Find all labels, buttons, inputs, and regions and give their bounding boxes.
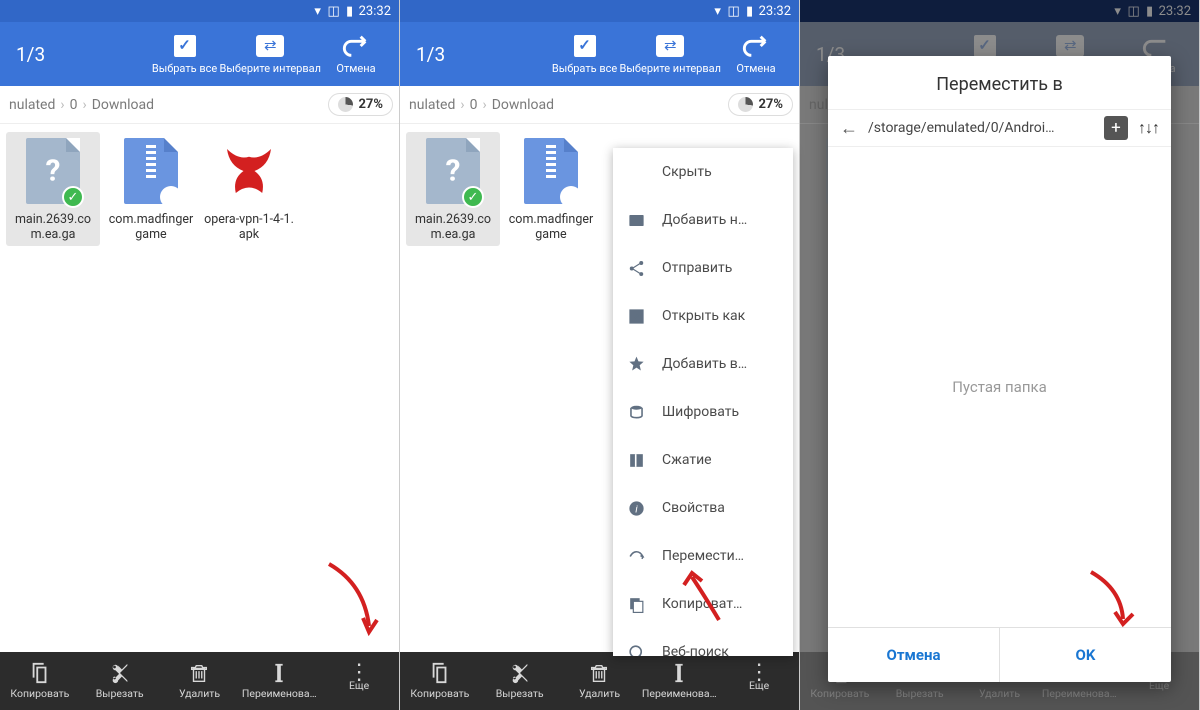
cut-button[interactable]: Вырезать: [480, 652, 560, 710]
pie-icon: [738, 97, 753, 112]
more-button[interactable]: ⋮Еще: [319, 652, 399, 710]
cut-button[interactable]: Вырезать: [80, 652, 160, 710]
battery-icon: ▮: [343, 4, 357, 18]
status-bar: ▾ ◫ ▮ 23:32: [0, 0, 399, 22]
dialog-title: Переместить в: [828, 56, 1171, 109]
menu-compress[interactable]: Сжатие: [613, 436, 793, 484]
clock: 23:32: [359, 4, 391, 19]
menu-open-as[interactable]: Открыть как: [613, 292, 793, 340]
menu-web-search[interactable]: Веб-поиск: [613, 628, 793, 656]
empty-folder-label: Пустая папка: [828, 147, 1171, 627]
file-item[interactable]: com.madfingergame: [104, 132, 198, 246]
dialog-ok-button[interactable]: OK: [999, 628, 1171, 682]
menu-favorite[interactable]: Добавить в…: [613, 340, 793, 388]
clock: 23:32: [759, 4, 791, 19]
rename-button[interactable]: Переименова…: [639, 652, 719, 710]
more-icon: ⋮: [748, 670, 770, 676]
circle-badge-icon: [160, 186, 182, 208]
dialog-buttons: Отмена OK: [828, 627, 1171, 682]
chevron-right-icon: ›: [480, 97, 488, 113]
wifi-icon: ▾: [711, 4, 725, 18]
file-grid: ✓main.2639.com.ea.ga com.madfingergame o…: [0, 124, 399, 652]
select-all-button[interactable]: ✓Выбрать все: [150, 34, 220, 75]
cancel-button[interactable]: Отмена: [721, 34, 791, 75]
context-menu: Скрыть Добавить н… Отправить Открыть как…: [613, 148, 793, 656]
back-icon[interactable]: ←: [840, 118, 858, 139]
bottom-bar: Копировать Вырезать Удалить Переименова……: [400, 652, 799, 710]
menu-copy[interactable]: Копироват…: [613, 580, 793, 628]
screen-3: ▾ ◫ ▮ 23:32 1/3 ✓Выбрать все ⇄Выберите и…: [800, 0, 1200, 710]
selection-count: 1/3: [416, 43, 445, 66]
menu-hide[interactable]: Скрыть: [613, 148, 793, 196]
breadcrumb[interactable]: nulated› 0› Download 27%: [400, 86, 799, 124]
move-dialog: Переместить в ← /storage/emulated/0/Andr…: [828, 56, 1171, 682]
screen-1: ▾ ◫ ▮ 23:32 1/3 ✓Выбрать все ⇄Выберите и…: [0, 0, 400, 710]
dialog-cancel-button[interactable]: Отмена: [828, 628, 999, 682]
cancel-button[interactable]: Отмена: [321, 34, 391, 75]
breadcrumb[interactable]: nulated› 0› Download 27%: [0, 86, 399, 124]
menu-encrypt[interactable]: Шифровать: [613, 388, 793, 436]
more-icon: ⋮: [348, 670, 370, 676]
sort-button[interactable]: ↑↓↑: [1138, 118, 1159, 138]
battery-icon: ▮: [743, 4, 757, 18]
wifi-icon: ▾: [311, 4, 325, 18]
opera-icon: [216, 141, 282, 201]
selection-header: 1/3 ✓Выбрать все ⇄Выберите интервал Отме…: [0, 22, 399, 86]
sim-icon: ◫: [727, 4, 741, 18]
select-range-button[interactable]: ⇄Выберите интервал: [220, 34, 321, 75]
delete-button[interactable]: Удалить: [160, 652, 240, 710]
file-item[interactable]: ✓main.2639.com.ea.ga: [6, 132, 100, 246]
menu-move[interactable]: Перемести…: [613, 532, 793, 580]
more-button[interactable]: ⋮Еще: [719, 652, 799, 710]
menu-properties[interactable]: iСвойства: [613, 484, 793, 532]
storage-badge[interactable]: 27%: [328, 93, 393, 116]
check-badge-icon: ✓: [462, 186, 484, 208]
copy-button[interactable]: Копировать: [400, 652, 480, 710]
pie-icon: [338, 97, 353, 112]
chevron-right-icon: ›: [58, 97, 66, 113]
menu-send[interactable]: Отправить: [613, 244, 793, 292]
selection-header: 1/3 ✓Выбрать все ⇄Выберите интервал Отме…: [400, 22, 799, 86]
sim-icon: ◫: [327, 4, 341, 18]
new-folder-button[interactable]: +: [1104, 116, 1128, 140]
delete-button[interactable]: Удалить: [560, 652, 640, 710]
circle-badge-icon: [560, 186, 582, 208]
screen-2: ▾ ◫ ▮ 23:32 1/3 ✓Выбрать все ⇄Выберите и…: [400, 0, 800, 710]
selection-count: 1/3: [16, 43, 45, 66]
file-item[interactable]: com.madfingergame: [504, 132, 598, 246]
select-range-button[interactable]: ⇄Выберите интервал: [620, 34, 721, 75]
copy-button[interactable]: Копировать: [0, 652, 80, 710]
file-item[interactable]: opera-vpn-1-4-1.apk: [202, 132, 296, 246]
path-bar: ← /storage/emulated/0/Androi… + ↑↓↑: [828, 109, 1171, 147]
menu-add[interactable]: Добавить н…: [613, 196, 793, 244]
arrow-annotation: [319, 554, 389, 644]
status-bar: ▾ ◫ ▮ 23:32: [400, 0, 799, 22]
rename-button[interactable]: Переименова…: [239, 652, 319, 710]
storage-badge[interactable]: 27%: [728, 93, 793, 116]
chevron-right-icon: ›: [80, 97, 88, 113]
path-text[interactable]: /storage/emulated/0/Androi…: [868, 120, 1094, 136]
check-badge-icon: ✓: [62, 186, 84, 208]
select-all-button[interactable]: ✓Выбрать все: [550, 34, 620, 75]
bottom-bar: Копировать Вырезать Удалить Переименова……: [0, 652, 399, 710]
file-item[interactable]: ✓main.2639.com.ea.ga: [406, 132, 500, 246]
chevron-right-icon: ›: [458, 97, 466, 113]
